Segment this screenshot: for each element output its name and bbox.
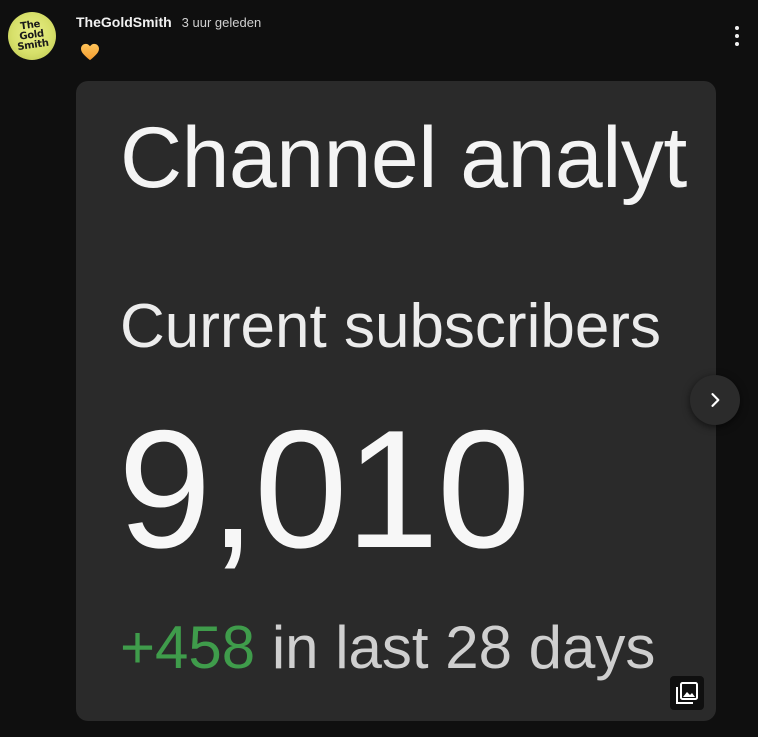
author-name[interactable]: TheGoldSmith bbox=[76, 14, 172, 30]
next-image-button[interactable] bbox=[690, 375, 740, 425]
post-timestamp[interactable]: 3 uur geleden bbox=[182, 15, 262, 30]
avatar[interactable]: The Gold Smith bbox=[8, 12, 56, 60]
image-subscribers-label: Current subscribers bbox=[120, 292, 661, 361]
community-post: The Gold Smith TheGoldSmith 3 uur gelede… bbox=[0, 0, 758, 737]
post-header: TheGoldSmith 3 uur geleden bbox=[76, 12, 261, 32]
chevron-right-icon bbox=[711, 393, 720, 407]
orange-heart-icon bbox=[81, 43, 99, 61]
subscriber-delta: +458 bbox=[120, 614, 256, 681]
more-vertical-icon bbox=[735, 26, 739, 30]
subscriber-period: in last 28 days bbox=[255, 614, 656, 681]
more-options-button[interactable] bbox=[722, 20, 752, 52]
image-subscriber-count: 9,010 bbox=[118, 395, 530, 583]
post-image[interactable]: Channel analyt Current subscribers 9,010… bbox=[76, 81, 716, 721]
avatar-text: The Gold Smith bbox=[16, 18, 50, 54]
gallery-icon bbox=[670, 676, 704, 710]
image-title: Channel analyt bbox=[120, 110, 687, 206]
image-subscriber-change: +458 in last 28 days bbox=[120, 613, 655, 682]
